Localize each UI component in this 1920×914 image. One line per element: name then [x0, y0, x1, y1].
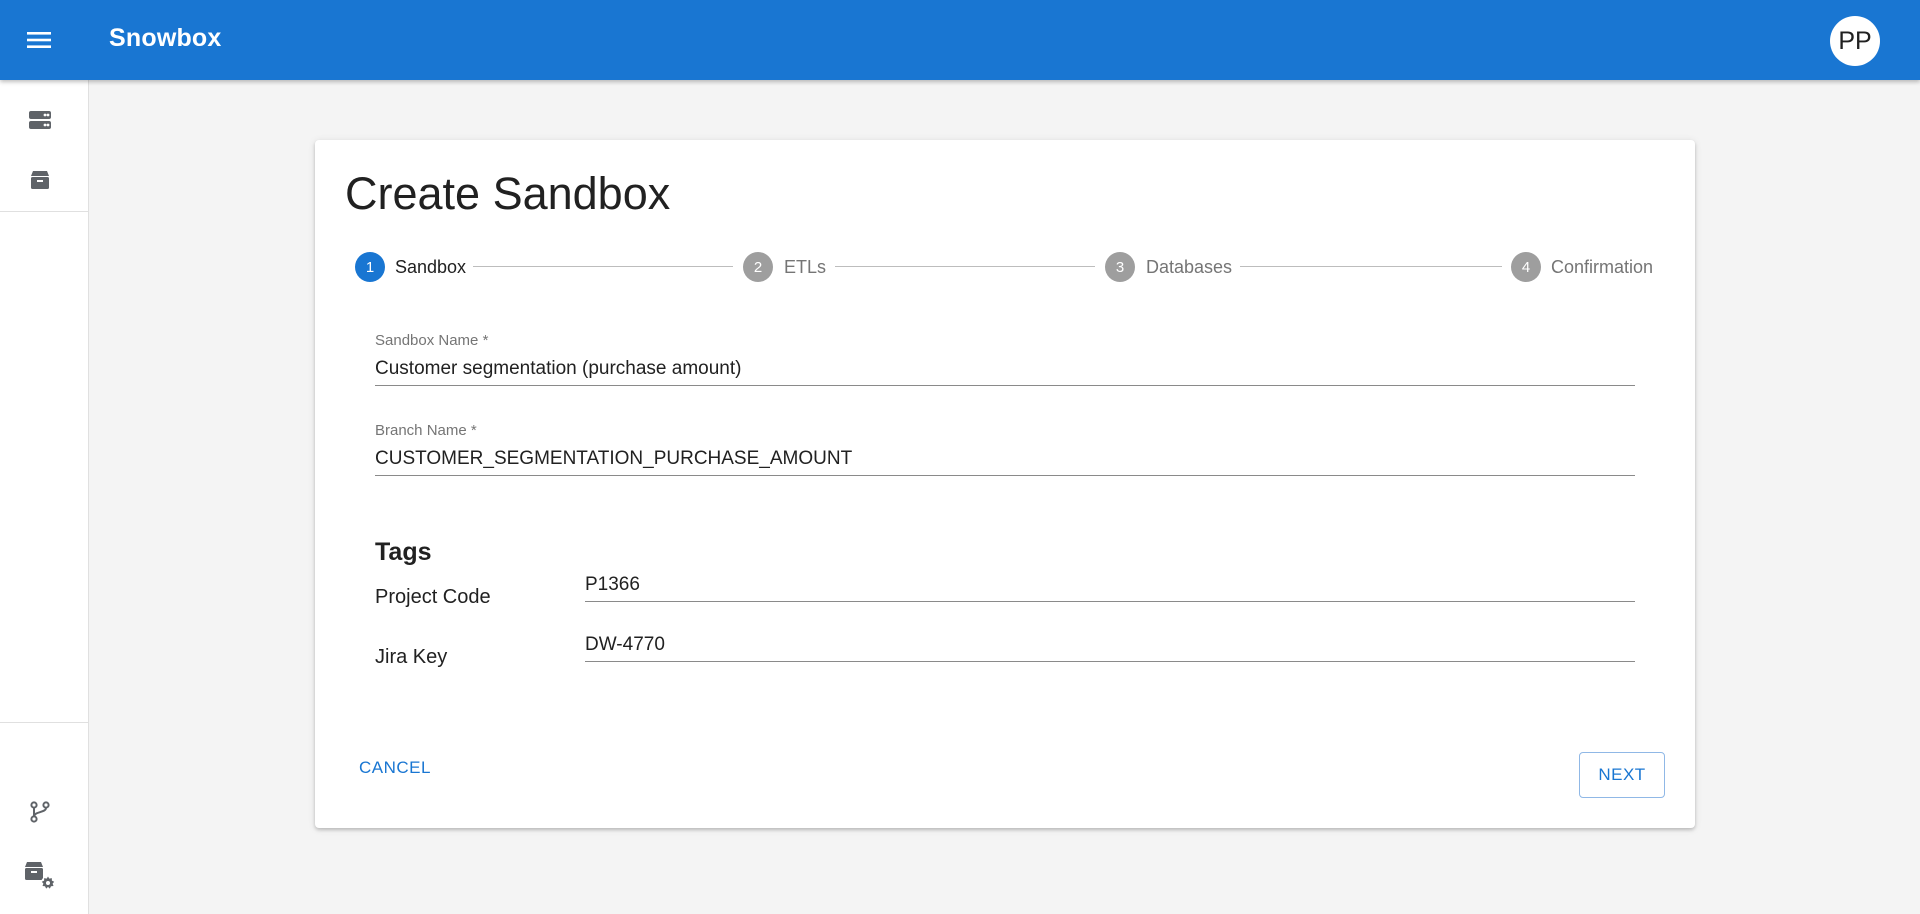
sidebar-item-sandboxes[interactable] [20, 100, 60, 140]
jira-key-input[interactable] [585, 628, 1635, 662]
step-1-indicator: 1 [355, 252, 385, 282]
cancel-button[interactable]: CANCEL [349, 750, 441, 786]
branch-name-input[interactable] [375, 442, 1635, 476]
branch-name-label: Branch Name * [375, 422, 477, 439]
sidebar [0, 80, 89, 914]
app-bar: Snowbox PP [0, 0, 1920, 80]
step-connector-3 [1240, 266, 1502, 267]
step-3-label: Databases [1146, 257, 1233, 277]
sidebar-divider-bottom [0, 722, 88, 723]
project-code-input[interactable] [585, 568, 1635, 602]
storage-icon [29, 111, 51, 129]
sandbox-name-label: Sandbox Name * [375, 332, 489, 349]
sandbox-name-input[interactable] [375, 352, 1635, 386]
box-settings-icon [25, 862, 55, 890]
tag-label-jira-key: Jira Key [375, 646, 448, 668]
git-branch-icon [30, 801, 50, 823]
step-connector-1 [473, 266, 733, 267]
sidebar-item-package-settings[interactable] [20, 855, 60, 895]
step-connector-2 [835, 266, 1095, 267]
tags-heading: Tags [375, 538, 432, 566]
sidebar-item-branches[interactable] [20, 792, 60, 832]
next-button[interactable]: NEXT [1579, 752, 1665, 798]
sidebar-item-packages[interactable] [20, 160, 60, 200]
page-title: Create Sandbox [345, 168, 671, 219]
step-2-indicator: 2 [743, 252, 773, 282]
menu-icon [27, 32, 51, 48]
step-4-indicator: 4 [1511, 252, 1541, 282]
step-4-label: Confirmation [1551, 257, 1654, 277]
tag-label-project-code: Project Code [375, 586, 491, 608]
app-title[interactable]: Snowbox [109, 24, 222, 53]
inventory-box-icon [31, 171, 49, 189]
create-sandbox-card: Create Sandbox 1 Sandbox 2 ETLs 3 Databa… [315, 140, 1695, 828]
step-3-indicator: 3 [1105, 252, 1135, 282]
step-1-label: Sandbox [395, 257, 467, 277]
user-avatar[interactable]: PP [1830, 16, 1880, 66]
menu-button[interactable] [22, 24, 56, 56]
sidebar-divider-top [0, 211, 88, 212]
step-2-label: ETLs [784, 257, 827, 277]
